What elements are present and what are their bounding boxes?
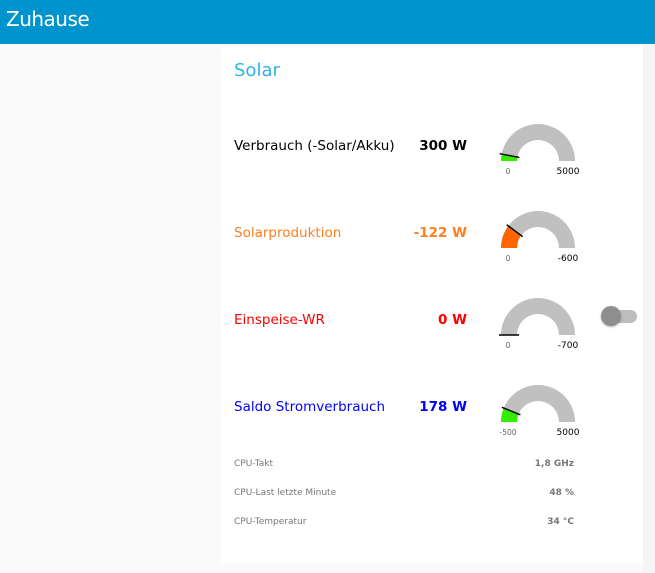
page-title: Zuhause [6,7,90,31]
gauge-min-label: -500 [499,428,516,437]
gauge-min-label: 0 [506,167,511,176]
gauge: 0 5000 [499,124,580,177]
gauge: 0 -600 [501,211,579,264]
row-einspeise: Einspeise-WR 0 W 0 -700 [221,298,643,380]
info-label: CPU-Takt [234,459,273,469]
row-verbrauch: Verbrauch (-Solar/Akku) 300 W 0 5000 [221,124,643,206]
row-saldo: Saldo Stromverbrauch 178 W -500 5000 [221,385,643,467]
einspeise-toggle[interactable] [601,306,637,326]
row-label: Saldo Stromverbrauch [234,399,386,415]
scroll-area [643,44,655,573]
gauge: -500 5000 [499,385,580,438]
gauge-max-label: -700 [558,341,579,351]
row-value: -122 W [413,225,467,241]
row-value: 178 W [419,399,467,415]
gauge-min-label: 0 [506,341,511,350]
info-value: 34 °C [547,517,574,527]
gauge-track [501,298,575,335]
info-value: 1,8 GHz [534,459,574,469]
row-value: 0 W [438,312,467,328]
gauge-min-label: 0 [506,254,511,263]
gauge: 0 -700 [499,298,579,351]
gauge-max-label: 5000 [557,167,580,177]
row-label: Solarproduktion [234,225,342,241]
info-label: CPU-Temperatur [234,517,307,527]
info-value: 48 % [549,488,574,498]
gauge-max-label: -600 [558,254,579,264]
solar-card: Solar Verbrauch (-Solar/Akku) 300 W 0 500… [221,47,643,563]
toggle-knob [601,306,621,326]
info-label: CPU-Last letzte Minute [234,488,337,498]
row-label: Einspeise-WR [234,312,325,328]
gauge-max-label: 5000 [557,428,580,438]
app-header: Zuhause [0,0,655,44]
card-title: Solar [234,60,280,81]
row-solarproduktion: Solarproduktion -122 W 0 -600 [221,211,643,293]
row-value: 300 W [419,138,467,154]
row-label: Verbrauch (-Solar/Akku) [234,138,395,154]
